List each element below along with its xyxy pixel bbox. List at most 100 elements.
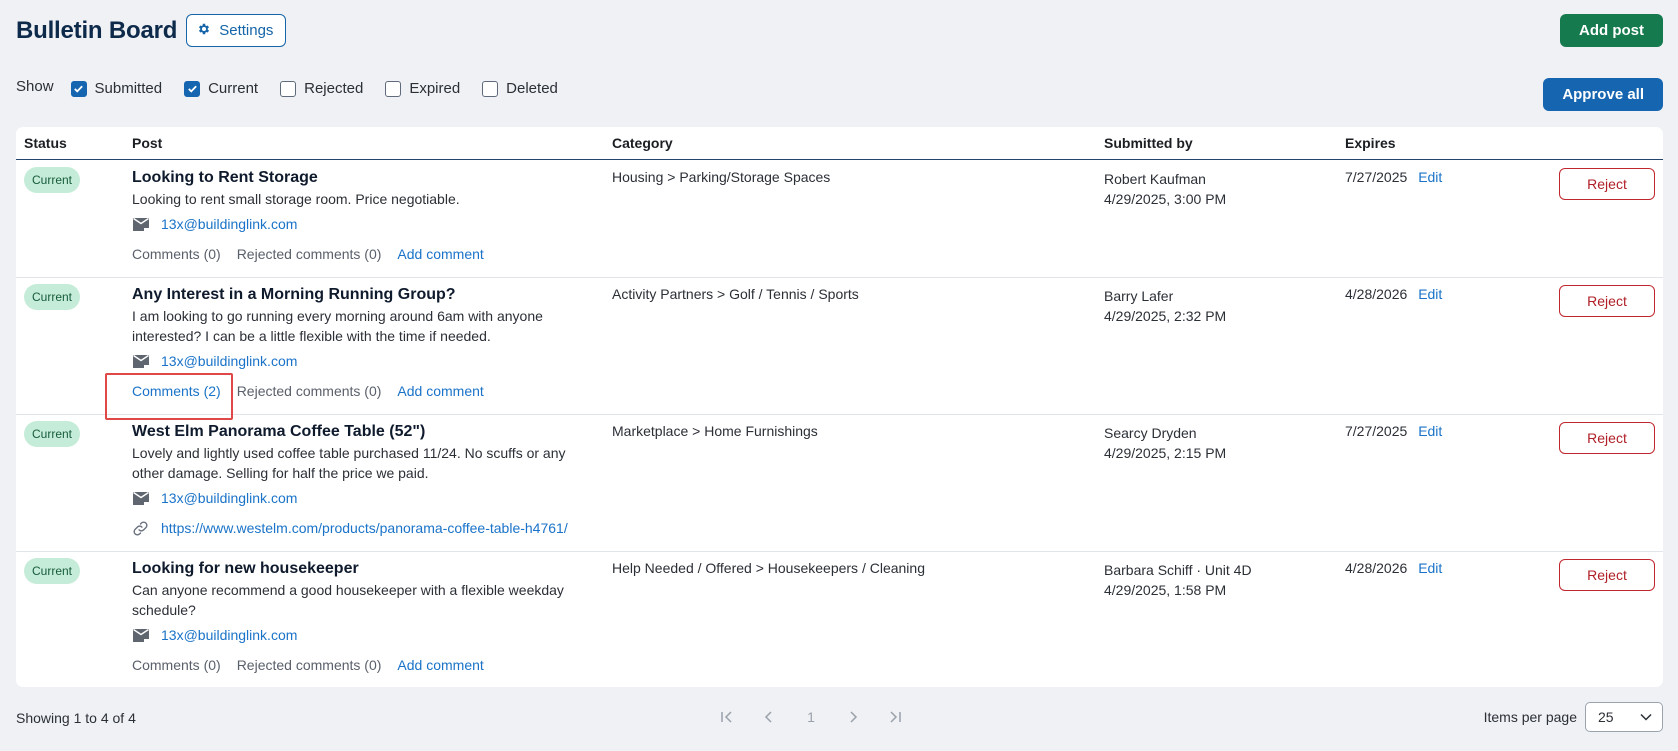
- status-badge: Current: [24, 167, 81, 193]
- post-category: Marketplace > Home Furnishings: [612, 423, 818, 439]
- checkbox-rejected[interactable]: [280, 80, 297, 97]
- expires-date: 7/27/2025: [1345, 169, 1408, 185]
- status-filters: Show Submitted Current Rejected Expired …: [16, 78, 580, 97]
- reject-button[interactable]: Reject: [1559, 559, 1655, 591]
- rejected-comments-link[interactable]: Rejected comments (0): [237, 246, 382, 262]
- column-submitted-by: Submitted by: [1104, 135, 1193, 151]
- last-page-icon[interactable]: [874, 711, 916, 723]
- rejected-comments-link[interactable]: Rejected comments (0): [237, 383, 382, 399]
- post-title: Looking to Rent Storage: [132, 169, 318, 186]
- gear-icon: [197, 22, 211, 40]
- post-cell: Any Interest in a Morning Running Group?…: [132, 284, 582, 406]
- filter-deleted[interactable]: Deleted: [482, 80, 558, 97]
- submitter-name: Searcy Dryden: [1104, 425, 1197, 441]
- posts-table: Status Post Category Submitted by Expire…: [16, 127, 1663, 687]
- expires-cell: 4/28/2026 Edit: [1345, 560, 1442, 576]
- column-expires: Expires: [1345, 135, 1396, 151]
- comments-link[interactable]: Comments (2): [132, 383, 221, 399]
- filter-label: Submitted: [94, 80, 163, 97]
- items-per-page-label: Items per page: [1483, 709, 1577, 725]
- checkbox-expired[interactable]: [385, 80, 402, 97]
- filter-expired[interactable]: Expired: [385, 80, 460, 97]
- checkmark-icon: [74, 85, 83, 93]
- pagination: 1: [706, 702, 916, 732]
- post-category: Activity Partners > Golf / Tennis / Spor…: [612, 286, 859, 302]
- checkbox-submitted[interactable]: [70, 80, 87, 97]
- comments-line: Comments (2) Rejected comments (0) Add c…: [132, 376, 582, 406]
- email-link[interactable]: 13x@buildinglink.com: [161, 627, 297, 643]
- settings-button[interactable]: Settings: [186, 14, 287, 47]
- post-cell: Looking to Rent Storage Looking to rent …: [132, 167, 582, 269]
- filter-label: Deleted: [506, 80, 558, 97]
- rejected-comments-link[interactable]: Rejected comments (0): [237, 657, 382, 673]
- comments-link[interactable]: Comments (0): [132, 246, 221, 262]
- current-page[interactable]: 1: [790, 709, 832, 725]
- checkbox-deleted[interactable]: [482, 80, 499, 97]
- filter-label: Expired: [409, 80, 461, 97]
- mail-icon: [132, 628, 152, 643]
- submitted-by-cell: Searcy Dryden 4/29/2025, 2:15 PM: [1104, 423, 1226, 463]
- table-row: Current Any Interest in a Morning Runnin…: [16, 278, 1663, 415]
- submitted-date: 4/29/2025, 2:32 PM: [1104, 308, 1227, 324]
- post-category: Housing > Parking/Storage Spaces: [612, 169, 831, 185]
- edit-expiry-link[interactable]: Edit: [1418, 169, 1442, 185]
- comments-link[interactable]: Comments (0): [132, 657, 221, 673]
- filter-label: Current: [208, 80, 259, 97]
- filter-rejected[interactable]: Rejected: [280, 80, 363, 97]
- edit-expiry-link[interactable]: Edit: [1418, 423, 1442, 439]
- submitter-name: Robert Kaufman: [1104, 171, 1206, 187]
- submitted-by-cell: Barbara Schiff · Unit 4D 4/29/2025, 1:58…: [1104, 560, 1252, 600]
- email-line: 13x@buildinglink.com: [132, 483, 582, 513]
- add-comment-link[interactable]: Add comment: [397, 657, 483, 673]
- column-status: Status: [24, 135, 67, 151]
- post-title: West Elm Panorama Coffee Table (52"): [132, 423, 426, 440]
- email-link[interactable]: 13x@buildinglink.com: [161, 353, 297, 369]
- mail-icon: [132, 491, 152, 506]
- table-footer: Showing 1 to 4 of 4 1 Items per page 25: [16, 702, 1663, 732]
- reject-button[interactable]: Reject: [1559, 168, 1655, 200]
- email-link[interactable]: 13x@buildinglink.com: [161, 490, 297, 506]
- add-comment-link[interactable]: Add comment: [397, 246, 483, 262]
- submitted-by-cell: Robert Kaufman 4/29/2025, 3:00 PM: [1104, 169, 1226, 209]
- expires-cell: 7/27/2025 Edit: [1345, 169, 1442, 185]
- mail-icon: [132, 217, 152, 232]
- table-row: Current Looking to Rent Storage Looking …: [16, 161, 1663, 278]
- prev-page-icon[interactable]: [748, 711, 790, 723]
- next-page-icon[interactable]: [832, 711, 874, 723]
- email-link[interactable]: 13x@buildinglink.com: [161, 216, 297, 232]
- link-icon: [132, 520, 152, 537]
- expires-cell: 4/28/2026 Edit: [1345, 286, 1442, 302]
- edit-expiry-link[interactable]: Edit: [1418, 560, 1442, 576]
- edit-expiry-link[interactable]: Edit: [1418, 286, 1442, 302]
- submitter-name: Barry Lafer: [1104, 288, 1174, 304]
- approve-all-button[interactable]: Approve all: [1543, 78, 1663, 111]
- items-per-page-select[interactable]: 25: [1585, 702, 1663, 732]
- column-category: Category: [612, 135, 673, 151]
- checkmark-icon: [187, 85, 197, 93]
- expires-date: 4/28/2026: [1345, 560, 1408, 576]
- settings-label: Settings: [219, 22, 274, 39]
- email-line: 13x@buildinglink.com: [132, 620, 582, 650]
- external-link[interactable]: https://www.westelm.com/products/panoram…: [161, 520, 568, 536]
- first-page-icon[interactable]: [706, 711, 748, 723]
- items-per-page: Items per page 25: [1484, 702, 1663, 732]
- post-body: Lovely and lightly used coffee table pur…: [132, 445, 566, 481]
- url-line: https://www.westelm.com/products/panoram…: [132, 513, 582, 543]
- table-row: Current West Elm Panorama Coffee Table (…: [16, 415, 1663, 552]
- add-comment-link[interactable]: Add comment: [397, 383, 483, 399]
- comments-line: Comments (0) Rejected comments (0) Add c…: [132, 239, 582, 269]
- post-body: I am looking to go running every morning…: [132, 308, 543, 344]
- submitted-date: 4/29/2025, 3:00 PM: [1104, 191, 1227, 207]
- submitted-by-cell: Barry Lafer 4/29/2025, 2:32 PM: [1104, 286, 1226, 326]
- page-title: Bulletin Board: [16, 16, 178, 44]
- showing-count: Showing 1 to 4 of 4: [16, 710, 136, 726]
- items-per-page-value: 25: [1598, 709, 1614, 725]
- checkbox-current[interactable]: [184, 80, 201, 97]
- reject-button[interactable]: Reject: [1559, 285, 1655, 317]
- add-post-button[interactable]: Add post: [1560, 14, 1663, 47]
- reject-button[interactable]: Reject: [1559, 422, 1655, 454]
- filter-submitted[interactable]: Submitted: [70, 80, 163, 97]
- status-badge: Current: [24, 421, 81, 447]
- filter-current[interactable]: Current: [184, 80, 258, 97]
- show-label: Show: [16, 78, 54, 95]
